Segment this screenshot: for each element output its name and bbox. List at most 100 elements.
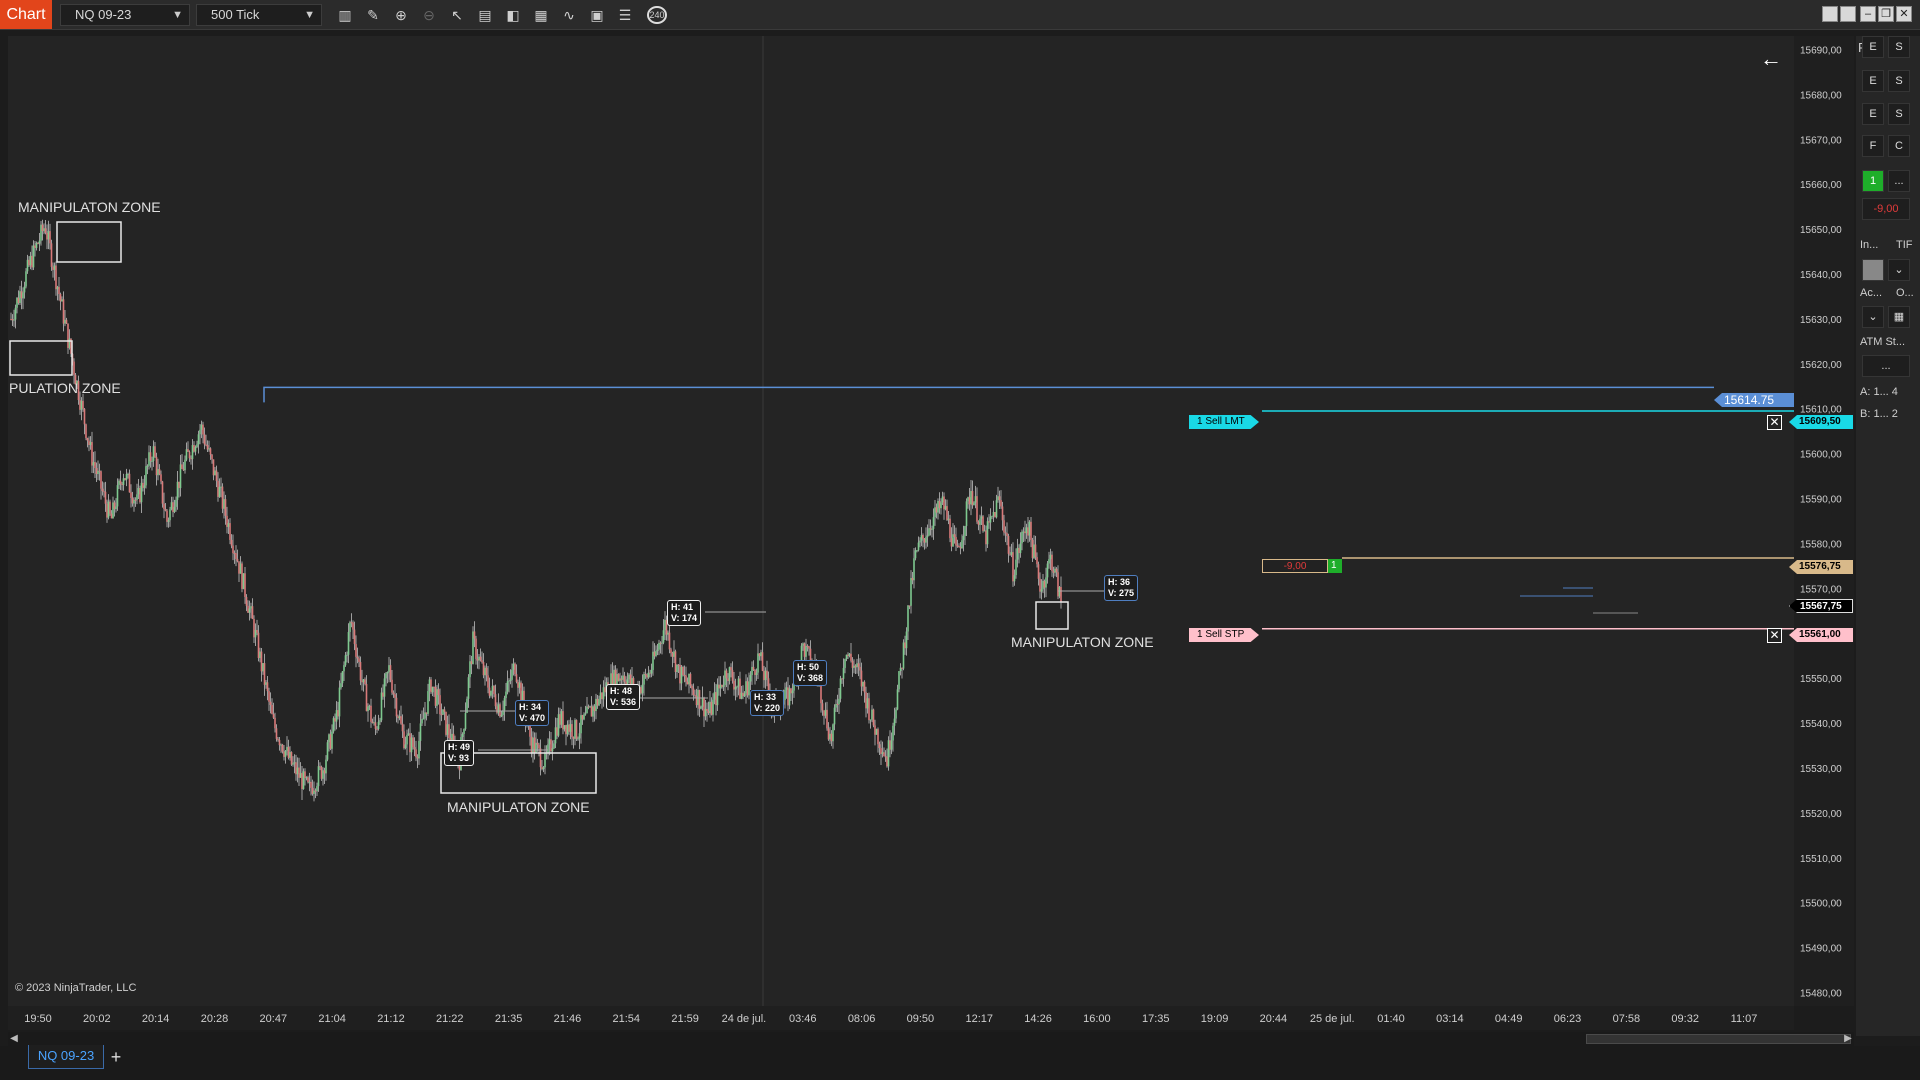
tif-selector[interactable]: ⌄ — [1888, 259, 1910, 281]
cancel-sell-limit-icon[interactable]: ✕ — [1767, 415, 1782, 430]
scroll-left-icon[interactable]: ◀ — [8, 1032, 20, 1046]
manipulation-zone-box[interactable] — [56, 221, 122, 263]
candle-body — [656, 649, 659, 651]
candle-body — [878, 744, 881, 749]
order-label: O... — [1896, 287, 1914, 299]
candle-body — [325, 759, 327, 774]
candle-body — [679, 664, 681, 684]
candle-body — [112, 502, 114, 519]
hv-volume: V: 275 — [1108, 588, 1135, 598]
candle-body — [254, 629, 257, 638]
manipulation-zone-box[interactable] — [1035, 601, 1069, 630]
sell-bid-button[interactable]: S — [1888, 103, 1910, 125]
candle-body — [338, 687, 341, 717]
drawing-tool-icon[interactable]: ✎ — [362, 5, 384, 25]
chart-panel[interactable] — [8, 36, 1794, 1006]
chart-menu-button[interactable]: Chart — [0, 0, 52, 29]
candle-body — [842, 667, 845, 679]
zoom-out-icon[interactable]: ⊖ — [418, 5, 440, 25]
cancel-all-button[interactable]: C — [1888, 135, 1910, 157]
candle-body — [308, 781, 311, 783]
account-selector[interactable]: ⌄ — [1862, 306, 1884, 328]
candle-body — [404, 744, 407, 749]
price-tick-label: 15650,00 — [1800, 225, 1842, 236]
quantity-selector[interactable] — [1862, 259, 1884, 281]
candle-body — [154, 446, 156, 457]
buy-bid-button[interactable]: E — [1862, 103, 1884, 125]
candle-body — [202, 424, 204, 435]
data-box-icon[interactable]: ▤ — [474, 5, 496, 25]
clock-icon[interactable]: 240 — [642, 5, 672, 25]
candle-body — [682, 666, 684, 675]
strategies-icon[interactable]: ∿ — [558, 5, 580, 25]
horizontal-scrollbar[interactable]: ◀ ▶ — [8, 1032, 1854, 1046]
sell-market-button[interactable]: S — [1888, 36, 1910, 58]
back-arrow-icon[interactable]: ← — [1760, 46, 1782, 72]
candle-body — [464, 712, 467, 730]
position-qty-button[interactable]: 1 — [1862, 170, 1884, 192]
candle-body — [136, 494, 138, 500]
candle-body — [437, 689, 440, 696]
chevron-down-icon: ▼ — [172, 9, 183, 21]
candle-body — [737, 678, 740, 687]
candle-body — [875, 729, 878, 735]
high-level-line[interactable] — [263, 386, 1714, 403]
close-icon[interactable]: ✕ — [1896, 6, 1912, 22]
instrument-tab[interactable]: NQ 09-23 — [28, 1045, 104, 1069]
instrument-selector[interactable]: NQ 09-23 ▼ — [60, 4, 190, 26]
add-tab-button[interactable]: + — [106, 1047, 126, 1067]
candle-body — [161, 481, 164, 504]
candle-body — [185, 449, 188, 460]
templates-icon[interactable]: ▣ — [586, 5, 608, 25]
buy-ask-button[interactable]: E — [1862, 70, 1884, 92]
calculator-icon[interactable]: ▦ — [1888, 306, 1910, 328]
candle-body — [196, 444, 198, 448]
properties-icon[interactable]: ☰ — [614, 5, 636, 25]
candle-body — [275, 728, 278, 739]
candle-body — [902, 642, 905, 669]
candle-body — [227, 523, 230, 527]
tile-icon[interactable] — [1840, 6, 1856, 22]
time-axis[interactable]: 19:50 20:02 20:14 20:28 20:47 21:04 21:12 21:22… — [8, 1006, 1794, 1030]
candle-body — [658, 642, 660, 650]
interval-selector[interactable]: 500 Tick ▼ — [196, 4, 322, 26]
cancel-sell-stop-icon[interactable]: ✕ — [1767, 628, 1782, 643]
candle-body — [224, 499, 227, 516]
candle-body — [940, 502, 942, 509]
candle-body — [479, 656, 482, 661]
sell-ask-button[interactable]: S — [1888, 70, 1910, 92]
price-axis[interactable]: 15690,00 15680,00 15670,00 15660,00 15650,00… — [1794, 36, 1854, 1006]
hv-box: H: 34 V: 470 — [515, 700, 550, 726]
bar-type-icon[interactable]: ▥ — [334, 5, 356, 25]
candle-body — [331, 731, 333, 749]
candle-body — [862, 681, 864, 687]
time-tick-label: 19:50 — [24, 1013, 52, 1025]
candle-body — [1048, 559, 1050, 564]
scroll-right-icon[interactable]: ▶ — [1842, 1032, 1854, 1046]
candle-body — [443, 709, 446, 712]
buy-market-button[interactable]: E — [1862, 36, 1884, 58]
restore-panel-icon[interactable] — [1822, 6, 1838, 22]
candle-body — [335, 710, 338, 722]
candle-body — [1004, 532, 1007, 534]
chart-trader-icon[interactable]: ◧ — [502, 5, 524, 25]
sell-limit-order[interactable]: 1 Sell LMT — [1189, 415, 1259, 429]
candle-body — [422, 718, 425, 720]
candle-body — [709, 701, 711, 714]
zoom-in-icon[interactable]: ⊕ — [390, 5, 412, 25]
position-qty[interactable]: 1 — [1328, 559, 1342, 573]
position-more-button[interactable]: ... — [1888, 170, 1910, 192]
indicators-icon[interactable]: ▦ — [530, 5, 552, 25]
zone-label-4: MANIPULATON ZONE — [1011, 634, 1154, 650]
manipulation-zone-box[interactable] — [9, 340, 73, 376]
scroll-thumb[interactable] — [1586, 1034, 1851, 1044]
maximize-icon[interactable]: ❐ — [1878, 6, 1894, 22]
candle-body — [901, 667, 903, 669]
pointer-icon[interactable]: ↖ — [446, 5, 468, 25]
atm-strategy-selector[interactable]: ... — [1862, 355, 1910, 377]
minimize-icon[interactable]: – — [1860, 6, 1876, 22]
candlestick-chart[interactable] — [8, 36, 1794, 1006]
flatten-button[interactable]: F — [1862, 135, 1884, 157]
candle-body — [988, 521, 990, 523]
sell-stop-order[interactable]: 1 Sell STP — [1189, 628, 1259, 642]
